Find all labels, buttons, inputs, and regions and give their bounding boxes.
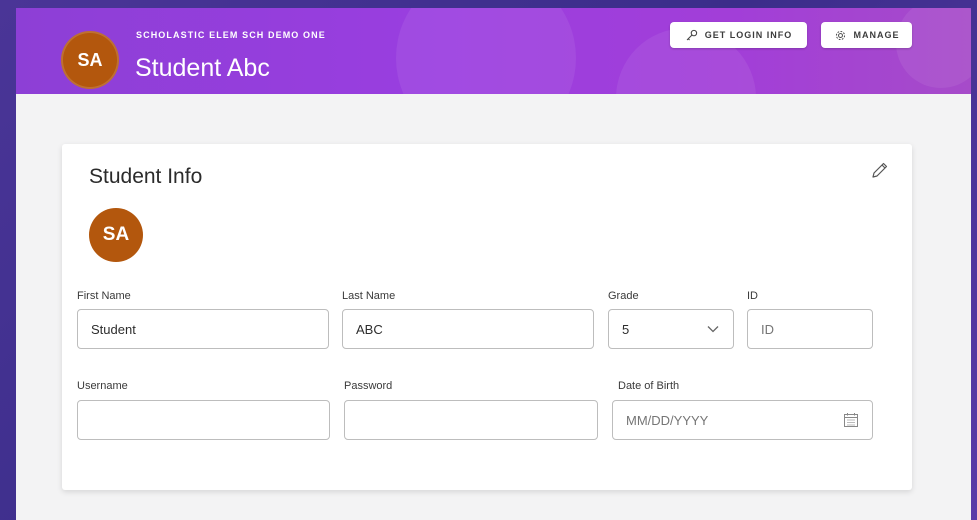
id-label: ID bbox=[747, 290, 758, 302]
calendar-icon[interactable] bbox=[843, 412, 859, 428]
manage-button[interactable]: MANAGE bbox=[821, 22, 912, 48]
password-field[interactable] bbox=[344, 400, 598, 440]
id-placeholder: ID bbox=[761, 321, 774, 337]
student-avatar: SA bbox=[89, 208, 143, 262]
grade-select[interactable]: 5 bbox=[608, 309, 734, 349]
grade-label: Grade bbox=[608, 290, 639, 302]
last-name-field[interactable]: ABC bbox=[342, 309, 594, 349]
chevron-down-icon bbox=[707, 326, 719, 333]
date-of-birth-placeholder: MM/DD/YYYY bbox=[626, 412, 709, 428]
student-info-card: Student Info SA First Name Student Last … bbox=[62, 144, 912, 490]
grade-value: 5 bbox=[622, 321, 630, 337]
id-field[interactable]: ID bbox=[747, 309, 873, 349]
page-header: SA SCHOLASTIC ELEM SCH DEMO ONE Student … bbox=[16, 8, 971, 94]
card-title: Student Info bbox=[89, 165, 203, 188]
get-login-info-label: GET LOGIN INFO bbox=[704, 30, 793, 40]
header-decoration bbox=[896, 8, 971, 88]
pencil-icon[interactable] bbox=[870, 160, 890, 180]
key-icon bbox=[686, 29, 697, 40]
last-name-label: Last Name bbox=[342, 290, 396, 302]
username-label: Username bbox=[77, 380, 128, 392]
school-name: SCHOLASTIC ELEM SCH DEMO ONE bbox=[136, 30, 326, 40]
date-of-birth-field[interactable]: MM/DD/YYYY bbox=[612, 400, 873, 440]
header-avatar: SA bbox=[61, 31, 119, 89]
date-of-birth-label: Date of Birth bbox=[618, 380, 680, 392]
first-name-label: First Name bbox=[77, 290, 131, 302]
first-name-field[interactable]: Student bbox=[77, 309, 329, 349]
header-decoration bbox=[396, 8, 576, 94]
get-login-info-button[interactable]: GET LOGIN INFO bbox=[670, 22, 807, 48]
student-name-title: Student Abc bbox=[135, 54, 270, 82]
username-field[interactable] bbox=[77, 400, 330, 440]
manage-label: MANAGE bbox=[853, 30, 900, 40]
app-window: SA SCHOLASTIC ELEM SCH DEMO ONE Student … bbox=[16, 8, 971, 520]
first-name-value: Student bbox=[91, 321, 136, 337]
last-name-value: ABC bbox=[356, 321, 383, 337]
password-label: Password bbox=[344, 380, 393, 392]
gear-icon bbox=[835, 30, 845, 40]
